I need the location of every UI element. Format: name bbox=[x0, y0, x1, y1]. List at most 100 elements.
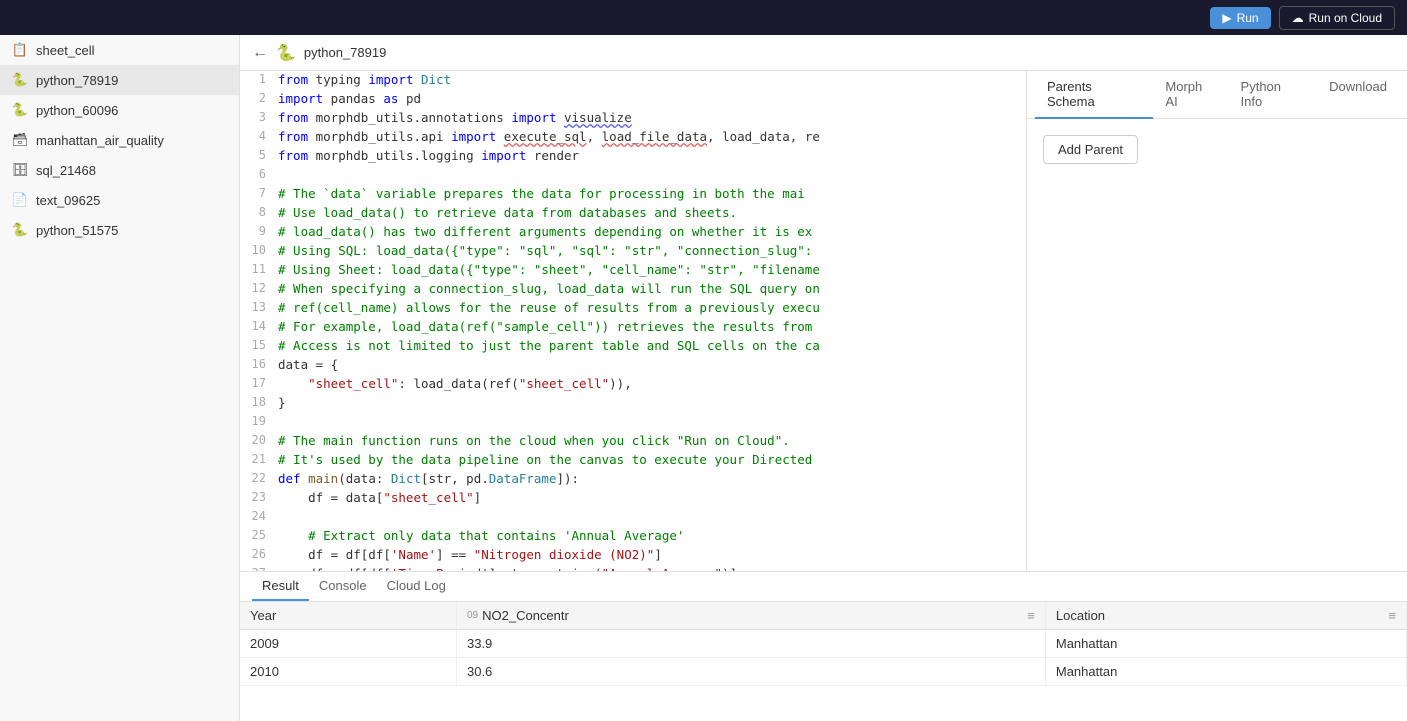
line-number: 24 bbox=[240, 508, 278, 523]
line-content: # Use load_data() to retrieve data from … bbox=[278, 204, 1026, 220]
code-line: 7# The `data` variable prepares the data… bbox=[240, 185, 1026, 204]
sidebar-icon-python_51575: 🐍 bbox=[12, 222, 28, 238]
line-content: # The main function runs on the cloud wh… bbox=[278, 432, 1026, 448]
result-table[interactable]: Year 09 NO2_Concentr ≡ bbox=[240, 602, 1407, 721]
code-line: 16data = { bbox=[240, 356, 1026, 375]
code-line: 25 # Extract only data that contains 'An… bbox=[240, 527, 1026, 546]
line-number: 2 bbox=[240, 90, 278, 105]
top-bar-right: ▶ Run ☁ Run on Cloud bbox=[1210, 6, 1395, 30]
sidebar-item-manhattan_air_quality[interactable]: 🗃 manhattan_air_quality bbox=[0, 125, 239, 155]
table-row: 2010 30.6 Manhattan bbox=[240, 658, 1407, 686]
line-content: df = df[df['Time Period'].str.contains("… bbox=[278, 565, 1026, 571]
tab-console[interactable]: Console bbox=[309, 572, 377, 601]
table-row: 2009 33.9 Manhattan bbox=[240, 630, 1407, 658]
line-number: 13 bbox=[240, 299, 278, 314]
line-number: 23 bbox=[240, 489, 278, 504]
line-content: df = data["sheet_cell"] bbox=[278, 489, 1026, 505]
code-line: 24 bbox=[240, 508, 1026, 527]
code-line: 14# For example, load_data(ref("sample_c… bbox=[240, 318, 1026, 337]
line-number: 1 bbox=[240, 71, 278, 86]
line-content: # ref(cell_name) allows for the reuse of… bbox=[278, 299, 1026, 315]
tab-download[interactable]: Download bbox=[1317, 71, 1399, 119]
right-panel-content: Add Parent bbox=[1027, 119, 1407, 571]
sidebar-item-python_60096[interactable]: 🐍 python_60096 bbox=[0, 95, 239, 125]
sidebar-label-python_78919: python_78919 bbox=[36, 73, 227, 88]
line-number: 3 bbox=[240, 109, 278, 124]
col-location: Location ≡ bbox=[1045, 602, 1406, 630]
run-on-cloud-button[interactable]: ☁ Run on Cloud bbox=[1279, 6, 1395, 30]
line-content: } bbox=[278, 394, 1026, 410]
line-number: 6 bbox=[240, 166, 278, 181]
line-content: from typing import Dict bbox=[278, 71, 1026, 87]
cell-no2: 33.9 bbox=[456, 630, 1045, 658]
line-content bbox=[278, 508, 1026, 509]
editor-panel: 1from typing import Dict2import pandas a… bbox=[240, 71, 1407, 571]
sidebar-item-sql_21468[interactable]: 🗄 sql_21468 bbox=[0, 155, 239, 185]
sidebar-item-python_78919[interactable]: 🐍 python_78919 bbox=[0, 65, 239, 95]
line-number: 17 bbox=[240, 375, 278, 390]
code-line: 12# When specifying a connection_slug, l… bbox=[240, 280, 1026, 299]
run-cloud-label: Run on Cloud bbox=[1309, 11, 1382, 25]
line-number: 16 bbox=[240, 356, 278, 371]
cell-year: 2009 bbox=[240, 630, 456, 658]
code-line: 22def main(data: Dict[str, pd.DataFrame]… bbox=[240, 470, 1026, 489]
python-icon: 🐍 bbox=[276, 43, 296, 63]
line-content: # Access is not limited to just the pare… bbox=[278, 337, 1026, 353]
main-layout: 📋 sheet_cell 🐍 python_78919 🐍 python_600… bbox=[0, 35, 1407, 721]
code-line: 8# Use load_data() to retrieve data from… bbox=[240, 204, 1026, 223]
code-line: 9# load_data() has two different argumen… bbox=[240, 223, 1026, 242]
sidebar-icon-sheet_cell: 📋 bbox=[12, 42, 28, 58]
col-menu-icon[interactable]: ≡ bbox=[1027, 608, 1035, 623]
top-bar: ▶ Run ☁ Run on Cloud bbox=[0, 0, 1407, 35]
line-number: 22 bbox=[240, 470, 278, 485]
line-content bbox=[278, 166, 1026, 167]
code-line: 1from typing import Dict bbox=[240, 71, 1026, 90]
run-button[interactable]: ▶ Run bbox=[1210, 7, 1270, 29]
code-line: 6 bbox=[240, 166, 1026, 185]
line-content: data = { bbox=[278, 356, 1026, 372]
sidebar-item-text_09625[interactable]: 📄 text_09625 bbox=[0, 185, 239, 215]
right-panel: Parents Schema Morph AI Python Info Down… bbox=[1027, 71, 1407, 571]
sidebar-label-manhattan_air_quality: manhattan_air_quality bbox=[36, 133, 227, 148]
code-line: 11# Using Sheet: load_data({"type": "she… bbox=[240, 261, 1026, 280]
code-line: 3from morphdb_utils.annotations import v… bbox=[240, 109, 1026, 128]
line-content: # The `data` variable prepares the data … bbox=[278, 185, 1026, 201]
line-content: # Using Sheet: load_data({"type": "sheet… bbox=[278, 261, 1026, 277]
code-line: 5from morphdb_utils.logging import rende… bbox=[240, 147, 1026, 166]
tab-result[interactable]: Result bbox=[252, 572, 309, 601]
tab-python-info[interactable]: Python Info bbox=[1229, 71, 1318, 119]
line-number: 18 bbox=[240, 394, 278, 409]
col-menu-icon-2[interactable]: ≡ bbox=[1388, 608, 1396, 623]
sidebar-icon-python_78919: 🐍 bbox=[12, 72, 28, 88]
cloud-icon: ☁ bbox=[1292, 11, 1304, 25]
sidebar-icon-text_09625: 📄 bbox=[12, 192, 28, 208]
code-line: 17 "sheet_cell": load_data(ref("sheet_ce… bbox=[240, 375, 1026, 394]
add-parent-button[interactable]: Add Parent bbox=[1043, 135, 1138, 164]
back-arrow[interactable]: ← bbox=[252, 44, 268, 62]
line-content bbox=[278, 413, 1026, 414]
code-line: 19 bbox=[240, 413, 1026, 432]
cell-no2: 30.6 bbox=[456, 658, 1045, 686]
col-year: Year bbox=[240, 602, 456, 630]
line-number: 5 bbox=[240, 147, 278, 162]
line-content: import pandas as pd bbox=[278, 90, 1026, 106]
code-line: 2import pandas as pd bbox=[240, 90, 1026, 109]
code-line: 21# It's used by the data pipeline on th… bbox=[240, 451, 1026, 470]
sidebar: 📋 sheet_cell 🐍 python_78919 🐍 python_600… bbox=[0, 35, 240, 721]
line-number: 25 bbox=[240, 527, 278, 542]
line-content: # For example, load_data(ref("sample_cel… bbox=[278, 318, 1026, 334]
line-content: from morphdb_utils.annotations import vi… bbox=[278, 109, 1026, 125]
code-line: 18} bbox=[240, 394, 1026, 413]
cell-location: Manhattan bbox=[1045, 630, 1406, 658]
line-number: 19 bbox=[240, 413, 278, 428]
sidebar-item-sheet_cell[interactable]: 📋 sheet_cell bbox=[0, 35, 239, 65]
tab-morph-ai[interactable]: Morph AI bbox=[1153, 71, 1228, 119]
sidebar-item-python_51575[interactable]: 🐍 python_51575 bbox=[0, 215, 239, 245]
code-editor[interactable]: 1from typing import Dict2import pandas a… bbox=[240, 71, 1027, 571]
tab-parents-schema[interactable]: Parents Schema bbox=[1035, 71, 1153, 119]
sidebar-label-text_09625: text_09625 bbox=[36, 193, 227, 208]
code-line: 20# The main function runs on the cloud … bbox=[240, 432, 1026, 451]
cell-year: 2010 bbox=[240, 658, 456, 686]
tab-cloud-log[interactable]: Cloud Log bbox=[377, 572, 456, 601]
code-line: 27 df = df[df['Time Period'].str.contain… bbox=[240, 565, 1026, 571]
